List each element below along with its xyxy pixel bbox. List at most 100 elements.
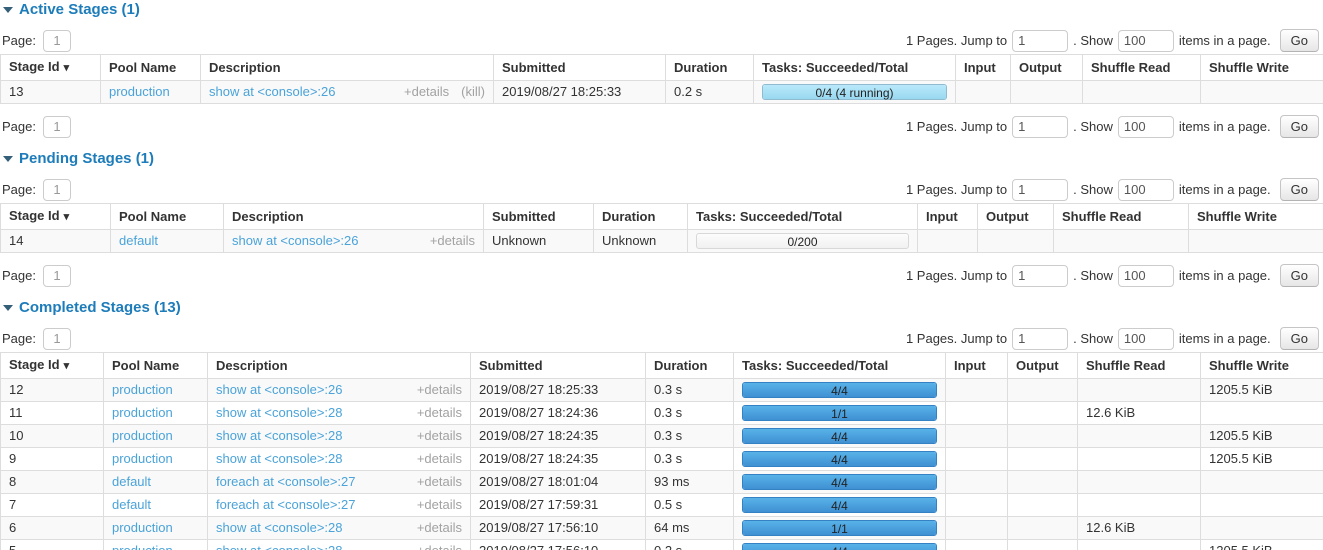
page-input[interactable]: [43, 30, 71, 52]
go-button[interactable]: Go: [1280, 115, 1319, 138]
pool-name-link[interactable]: production: [112, 428, 173, 443]
details-toggle[interactable]: +details: [417, 497, 462, 513]
pool-name-link[interactable]: production: [112, 382, 173, 397]
jump-to-input[interactable]: [1012, 265, 1068, 287]
pool-name-link[interactable]: default: [119, 233, 158, 248]
column-header-duration[interactable]: Duration: [666, 55, 754, 81]
duration-cell: 0.3 s: [646, 448, 734, 471]
column-header-input[interactable]: Input: [918, 204, 978, 230]
go-button[interactable]: Go: [1280, 29, 1319, 52]
details-toggle[interactable]: +details: [417, 474, 462, 490]
page-label: Page:: [2, 331, 36, 346]
jump-to-input[interactable]: [1012, 328, 1068, 350]
column-header-pool-name[interactable]: Pool Name: [111, 204, 224, 230]
page-size-input[interactable]: [1118, 179, 1174, 201]
stage-row: 5productionshow at <console>:28+details2…: [1, 540, 1323, 550]
column-header-output[interactable]: Output: [1011, 55, 1083, 81]
stage-id-cell: 12: [1, 379, 104, 402]
column-label: Duration: [654, 358, 707, 373]
active-stages-heading[interactable]: Active Stages (1): [3, 1, 1323, 18]
input-cell: [946, 448, 1008, 471]
stage-description-link[interactable]: show at <console>:26: [216, 382, 342, 398]
stage-description-link[interactable]: show at <console>:26: [232, 233, 358, 249]
column-header-submitted[interactable]: Submitted: [484, 204, 594, 230]
column-header-input[interactable]: Input: [956, 55, 1011, 81]
duration-cell: Unknown: [594, 230, 688, 253]
stage-description-link[interactable]: foreach at <console>:27: [216, 474, 356, 490]
column-header-description[interactable]: Description: [224, 204, 484, 230]
column-label: Submitted: [492, 209, 556, 224]
page-size-input[interactable]: [1118, 30, 1174, 52]
jump-to-input[interactable]: [1012, 116, 1068, 138]
kill-link[interactable]: (kill): [461, 84, 485, 100]
pool-name-link[interactable]: production: [112, 405, 173, 420]
stage-description-link[interactable]: foreach at <console>:27: [216, 497, 356, 513]
pool-name-link[interactable]: production: [112, 543, 173, 550]
input-cell: [946, 494, 1008, 517]
go-button[interactable]: Go: [1280, 178, 1319, 201]
column-header-pool-name[interactable]: Pool Name: [104, 353, 208, 379]
stage-description-link[interactable]: show at <console>:28: [216, 405, 342, 421]
page-size-input[interactable]: [1118, 328, 1174, 350]
column-header-duration[interactable]: Duration: [646, 353, 734, 379]
page-size-input[interactable]: [1118, 116, 1174, 138]
jump-to-input[interactable]: [1012, 30, 1068, 52]
stage-description-link[interactable]: show at <console>:28: [216, 428, 342, 444]
go-button[interactable]: Go: [1280, 327, 1319, 350]
page-size-input[interactable]: [1118, 265, 1174, 287]
column-header-duration[interactable]: Duration: [594, 204, 688, 230]
details-toggle[interactable]: +details: [417, 451, 462, 467]
completed-stages-heading[interactable]: Completed Stages (13): [3, 299, 1323, 316]
page-input[interactable]: [43, 116, 71, 138]
details-toggle[interactable]: +details: [417, 520, 462, 536]
pool-name-link[interactable]: default: [112, 474, 151, 489]
column-header-tasks-succeeded-total[interactable]: Tasks: Succeeded/Total: [754, 55, 956, 81]
details-toggle[interactable]: +details: [417, 428, 462, 444]
collapse-arrow-icon: [3, 7, 13, 13]
column-label: Duration: [674, 60, 727, 75]
pool-name-link[interactable]: production: [109, 84, 170, 99]
column-header-output[interactable]: Output: [1008, 353, 1078, 379]
pool-name-link[interactable]: production: [112, 451, 173, 466]
column-header-tasks-succeeded-total[interactable]: Tasks: Succeeded/Total: [688, 204, 918, 230]
details-toggle[interactable]: +details: [404, 84, 449, 100]
pagination-bar: Page: 1 Pages. Jump to . Show items in a…: [2, 264, 1319, 287]
column-label: Stage Id: [9, 208, 60, 223]
pool-name-link[interactable]: default: [112, 497, 151, 512]
column-header-pool-name[interactable]: Pool Name: [101, 55, 201, 81]
details-toggle[interactable]: +details: [417, 543, 462, 550]
details-toggle[interactable]: +details: [417, 405, 462, 421]
go-button[interactable]: Go: [1280, 264, 1319, 287]
column-header-stage-id[interactable]: Stage Id▾: [1, 204, 111, 230]
column-header-shuffle-read[interactable]: Shuffle Read: [1054, 204, 1189, 230]
page-input[interactable]: [43, 265, 71, 287]
column-header-shuffle-write[interactable]: Shuffle Write: [1201, 353, 1323, 379]
column-header-tasks-succeeded-total[interactable]: Tasks: Succeeded/Total: [734, 353, 946, 379]
stage-description-link[interactable]: show at <console>:26: [209, 84, 335, 100]
pool-name-link[interactable]: production: [112, 520, 173, 535]
column-header-stage-id[interactable]: Stage Id▾: [1, 55, 101, 81]
column-header-submitted[interactable]: Submitted: [471, 353, 646, 379]
column-header-description[interactable]: Description: [201, 55, 494, 81]
tasks-progress-bar: 0/4 (4 running): [762, 84, 947, 100]
column-header-shuffle-write[interactable]: Shuffle Write: [1201, 55, 1323, 81]
page-input[interactable]: [43, 179, 71, 201]
stage-description-link[interactable]: show at <console>:28: [216, 520, 342, 536]
jump-to-input[interactable]: [1012, 179, 1068, 201]
column-header-submitted[interactable]: Submitted: [494, 55, 666, 81]
column-header-input[interactable]: Input: [946, 353, 1008, 379]
column-header-shuffle-read[interactable]: Shuffle Read: [1083, 55, 1201, 81]
column-header-output[interactable]: Output: [978, 204, 1054, 230]
details-toggle[interactable]: +details: [417, 382, 462, 398]
page-input[interactable]: [43, 328, 71, 350]
column-header-stage-id[interactable]: Stage Id▾: [1, 353, 104, 379]
stage-description-link[interactable]: show at <console>:28: [216, 451, 342, 467]
column-header-shuffle-write[interactable]: Shuffle Write: [1189, 204, 1323, 230]
details-toggle[interactable]: +details: [430, 233, 475, 249]
shuffle-write-cell: [1201, 517, 1323, 540]
column-header-shuffle-read[interactable]: Shuffle Read: [1078, 353, 1201, 379]
stage-description-link[interactable]: show at <console>:28: [216, 543, 342, 550]
pending-stages-heading[interactable]: Pending Stages (1): [3, 150, 1323, 167]
tasks-progress-label: 0/200: [787, 235, 817, 249]
column-header-description[interactable]: Description: [208, 353, 471, 379]
